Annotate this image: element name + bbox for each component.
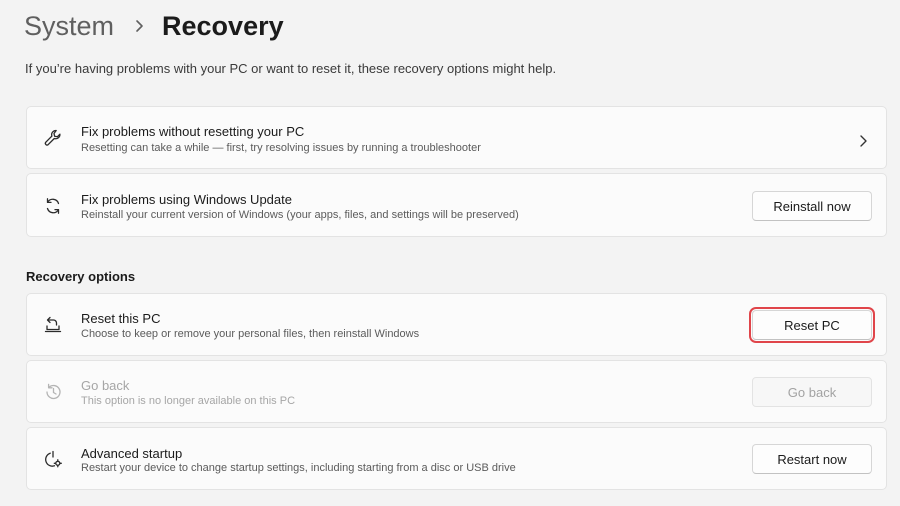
chevron-right-icon — [136, 20, 143, 32]
card-description: Choose to keep or remove your personal f… — [81, 328, 420, 340]
card-title: Reset this PC — [81, 311, 161, 326]
card-title: Advanced startup — [81, 446, 183, 461]
card-description: This option is no longer available on th… — [81, 395, 296, 407]
reset-this-pc-card: Reset this PC Choose to keep or remove y… — [26, 293, 887, 356]
card-title: Fix problems without resetting your PC — [81, 124, 305, 139]
recovery-options-heading: Recovery options — [26, 269, 136, 284]
reinstall-now-button[interactable]: Reinstall now — [752, 191, 872, 221]
breadcrumb-system-link[interactable]: System — [24, 11, 114, 42]
fix-problems-troubleshoot-card[interactable]: Fix problems without resetting your PC R… — [26, 106, 887, 169]
restart-now-button[interactable]: Restart now — [752, 444, 872, 474]
history-icon — [42, 381, 64, 403]
page-title: Recovery — [162, 10, 284, 41]
wrench-icon — [42, 127, 64, 149]
go-back-button: Go back — [752, 377, 872, 407]
card-title: Go back — [81, 378, 130, 393]
reset-pc-button[interactable]: Reset PC — [749, 307, 875, 343]
card-title: Fix problems using Windows Update — [81, 192, 292, 207]
breadcrumb: System Recovery — [24, 8, 284, 44]
go-back-card: Go back This option is no longer availab… — [26, 360, 887, 423]
card-description: Restart your device to change startup se… — [81, 462, 516, 474]
card-description: Reinstall your current version of Window… — [81, 209, 519, 221]
advanced-startup-card: Advanced startup Restart your device to … — [26, 427, 887, 490]
sync-icon — [42, 195, 64, 217]
chevron-right-icon[interactable] — [857, 134, 869, 148]
page-description: If you’re having problems with your PC o… — [25, 61, 557, 76]
fix-problems-windows-update-card: Fix problems using Windows Update Reinst… — [26, 173, 887, 237]
reset-pc-icon — [42, 314, 64, 336]
card-description: Resetting can take a while — first, try … — [81, 142, 481, 154]
advanced-startup-icon — [42, 448, 64, 470]
